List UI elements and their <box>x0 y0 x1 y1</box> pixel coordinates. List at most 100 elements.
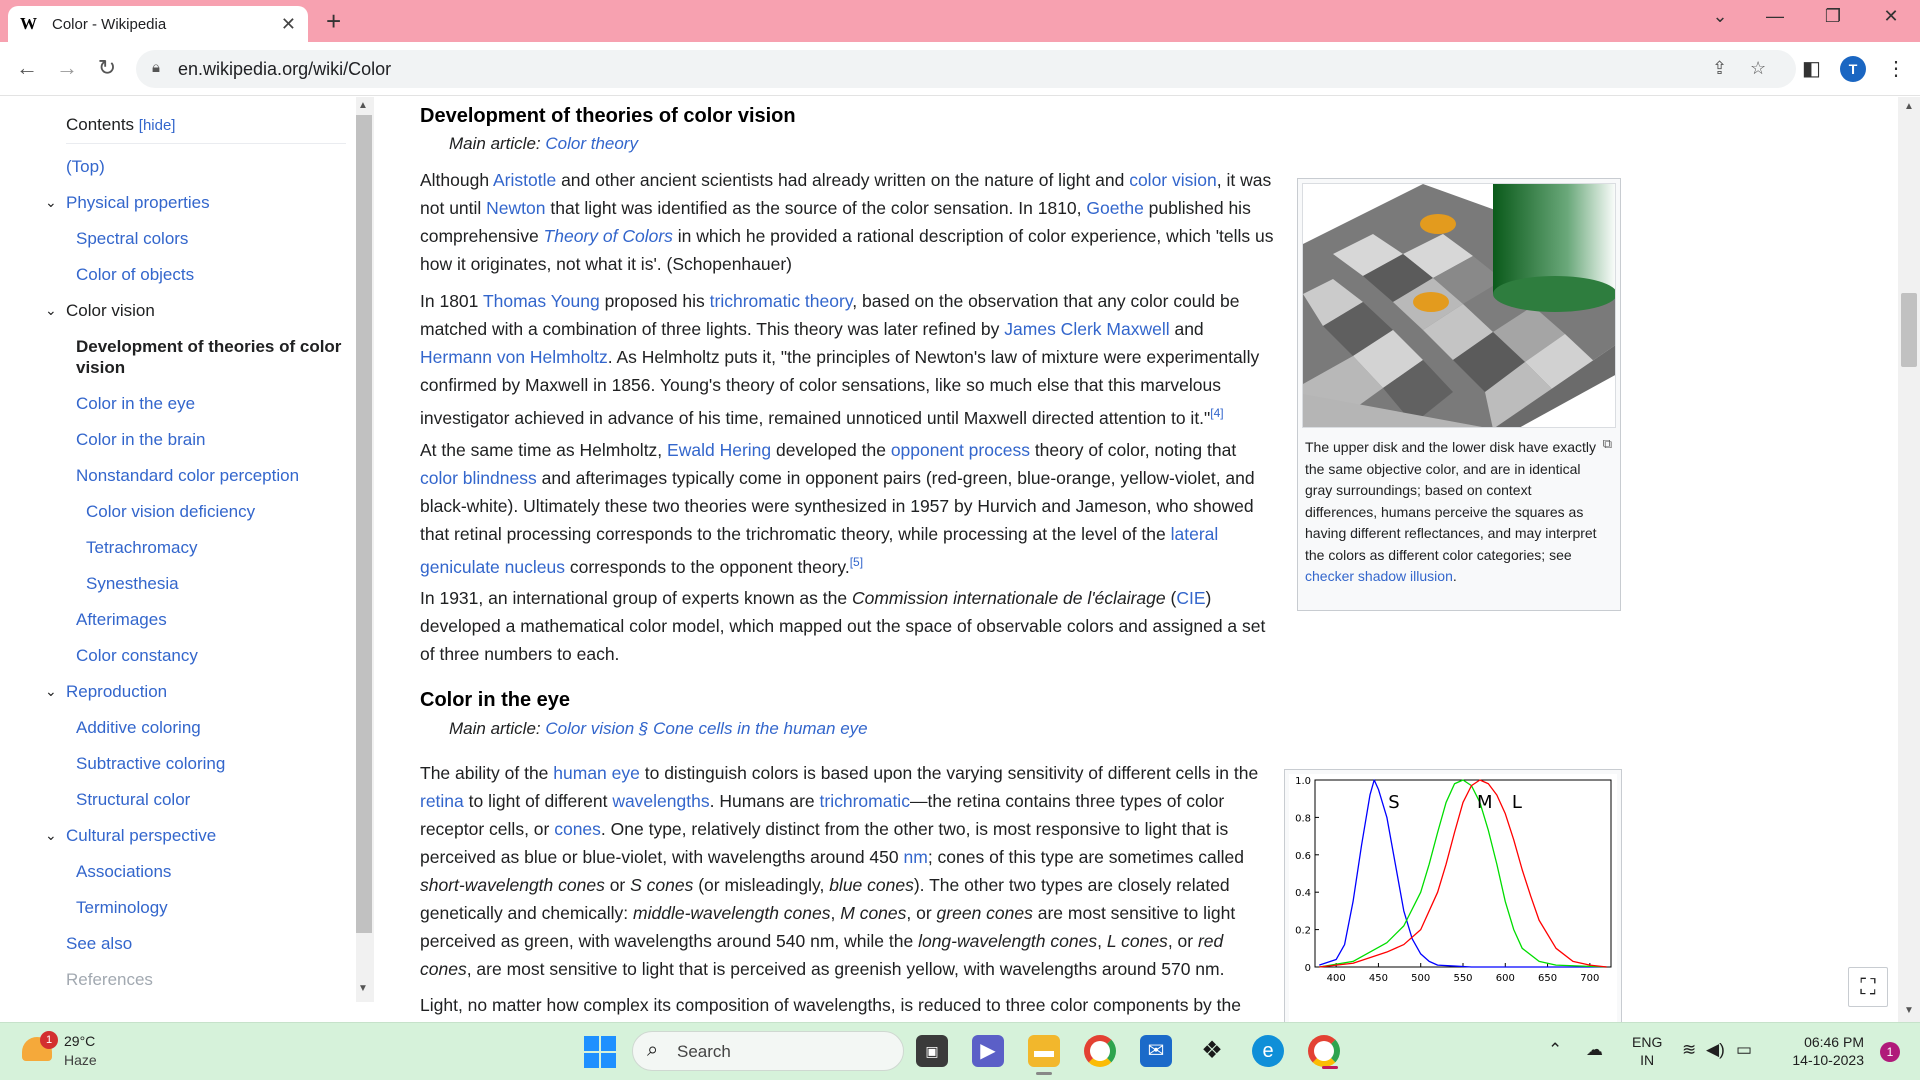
fullscreen-toggle-icon[interactable]: ⛶ <box>1848 967 1888 1007</box>
chevron-down-icon[interactable]: ⌄ <box>45 681 57 702</box>
toc-item-top[interactable]: (Top) <box>66 156 346 177</box>
scroll-up-arrow-icon[interactable]: ▲ <box>358 100 368 111</box>
link-cones[interactable]: cones <box>554 819 601 839</box>
chevron-down-icon[interactable]: ⌄ <box>45 300 57 321</box>
toc-item-color-vision[interactable]: ⌄ Color vision <box>45 300 346 321</box>
side-panel-icon[interactable]: ◧ <box>1802 56 1821 81</box>
toc-item-afterimages[interactable]: Afterimages <box>66 609 346 630</box>
toc-item-color-of-objects[interactable]: Color of objects <box>66 264 346 285</box>
link-opponent-process[interactable]: opponent process <box>891 440 1030 460</box>
toc-item-cultural-perspective[interactable]: ⌄ Cultural perspective <box>45 825 346 846</box>
toc-label[interactable]: Color vision <box>66 301 155 320</box>
forward-icon[interactable]: → <box>52 55 82 81</box>
task-view-icon[interactable]: ▣ <box>916 1035 948 1067</box>
link-color-vision[interactable]: color vision <box>1129 170 1217 190</box>
clock[interactable]: 06:46 PM 14-10-2023 <box>1772 1033 1864 1069</box>
toc-item-subtractive-coloring[interactable]: Subtractive coloring <box>66 753 346 774</box>
link-color-blindness[interactable]: color blindness <box>420 468 537 488</box>
link-james-clerk-maxwell[interactable]: James Clerk Maxwell <box>1004 319 1169 339</box>
toc-item-reproduction[interactable]: ⌄ Reproduction <box>45 681 346 702</box>
toc-item-tetrachromacy[interactable]: Tetrachromacy <box>66 537 346 558</box>
bookmark-star-icon[interactable]: ☆ <box>1750 58 1766 79</box>
page-scrollbar[interactable]: ▲ ▼ <box>1898 97 1920 1022</box>
share-icon[interactable]: ⇪ <box>1712 58 1727 79</box>
file-explorer-icon[interactable]: ▬ <box>1028 1035 1060 1075</box>
battery-icon[interactable]: ▭ <box>1736 1040 1752 1060</box>
mail-icon[interactable]: ✉ <box>1140 1035 1172 1067</box>
profile-avatar[interactable]: T <box>1840 56 1866 82</box>
restore-icon[interactable]: ❐ <box>1818 6 1848 27</box>
new-tab-icon[interactable]: + <box>326 7 341 35</box>
page-scrollbar-thumb[interactable] <box>1901 293 1917 367</box>
close-tab-icon[interactable]: ✕ <box>281 14 296 35</box>
toc-item-development-of-theories[interactable]: Development of theories of color vision <box>66 336 346 378</box>
link-wavelengths[interactable]: wavelengths <box>612 791 709 811</box>
scroll-down-arrow-icon[interactable]: ▼ <box>1904 1005 1914 1016</box>
toc-item-color-vision-deficiency[interactable]: Color vision deficiency <box>66 501 346 522</box>
chrome-icon[interactable] <box>1084 1035 1116 1067</box>
link-newton[interactable]: Newton <box>486 198 545 218</box>
reference-link[interactable]: [4] <box>1210 406 1223 420</box>
toc-item-associations[interactable]: Associations <box>66 861 346 882</box>
link-thomas-young[interactable]: Thomas Young <box>483 291 600 311</box>
onedrive-cloud-icon[interactable]: ☁ <box>1586 1040 1603 1060</box>
chevron-down-icon[interactable]: ⌄ <box>45 192 57 213</box>
hatnote-link[interactable]: Color theory <box>545 134 638 153</box>
reload-icon[interactable]: ↻ <box>92 55 122 81</box>
link-ewald-hering[interactable]: Ewald Hering <box>667 440 771 460</box>
toc-item-terminology[interactable]: Terminology <box>66 897 346 918</box>
hatnote-link[interactable]: Color vision § Cone cells in the human e… <box>545 719 867 738</box>
browser-tab[interactable]: W Color - Wikipedia ✕ <box>8 6 308 42</box>
minimize-icon[interactable]: — <box>1760 6 1790 27</box>
reference-link[interactable]: [5] <box>850 555 863 569</box>
link-helmholtz[interactable]: Hermann von Helmholtz <box>420 347 608 367</box>
toc-item-synesthesia[interactable]: Synesthesia <box>66 573 346 594</box>
toc-item-spectral-colors[interactable]: Spectral colors <box>66 228 346 249</box>
volume-icon[interactable]: ◀) <box>1706 1040 1725 1060</box>
address-bar[interactable]: 🔒︎ en.wikipedia.org/wiki/Color ⇪ ☆ <box>136 50 1796 88</box>
link-trichromatic[interactable]: trichromatic <box>820 791 910 811</box>
scroll-up-arrow-icon[interactable]: ▲ <box>1904 101 1914 112</box>
toc-item-color-in-the-eye[interactable]: Color in the eye <box>66 393 346 414</box>
toc-label[interactable]: Physical properties <box>66 193 210 212</box>
link-trichromatic-theory[interactable]: trichromatic theory <box>710 291 853 311</box>
link-goethe[interactable]: Goethe <box>1086 198 1143 218</box>
lock-icon[interactable]: 🔒︎ <box>152 59 160 76</box>
link-checker-shadow-illusion[interactable]: checker shadow illusion <box>1305 568 1453 584</box>
link-nm[interactable]: nm <box>904 847 928 867</box>
toc-item-color-constancy[interactable]: Color constancy <box>66 645 346 666</box>
toc-item-physical-properties[interactable]: ⌄ Physical properties <box>45 192 346 213</box>
toc-item-color-in-the-brain[interactable]: Color in the brain <box>66 429 346 450</box>
notification-badge[interactable]: 1 <box>1880 1042 1900 1062</box>
link-human-eye[interactable]: human eye <box>553 763 640 783</box>
toc-scrollbar[interactable]: ▲ ▼ <box>356 97 374 1002</box>
url-text[interactable]: en.wikipedia.org/wiki/Color <box>178 59 391 80</box>
wifi-icon[interactable]: ≋ <box>1682 1040 1696 1060</box>
back-icon[interactable]: ← <box>12 55 42 81</box>
toc-item-nonstandard-color-perception[interactable]: Nonstandard color perception <box>66 465 346 486</box>
link-theory-of-colors[interactable]: Theory of Colors <box>544 226 673 246</box>
taskbar-search[interactable]: ⌕ Search <box>632 1031 904 1071</box>
toc-item-references[interactable]: References <box>66 969 346 990</box>
toc-hide-link[interactable]: [hide] <box>139 117 176 134</box>
close-window-icon[interactable]: ✕ <box>1876 6 1906 27</box>
start-button[interactable] <box>584 1036 616 1068</box>
show-hidden-icons-chevron-icon[interactable]: ⌃ <box>1548 1040 1562 1060</box>
menu-kebab-icon[interactable]: ⋮ <box>1886 56 1906 81</box>
cone-sensitivity-chart[interactable]: 0 0.2 0.4 0.6 0.8 1.0 400 450 500 550 600 650 700 S… <box>1289 774 1617 1022</box>
edge-icon[interactable]: e <box>1252 1035 1284 1067</box>
chrome-profile-icon[interactable] <box>1308 1035 1340 1069</box>
dropbox-icon[interactable]: ❖ <box>1196 1035 1228 1067</box>
tab-search-chevron-icon[interactable]: ⌄ <box>1705 6 1735 27</box>
link-cie[interactable]: CIE <box>1176 588 1205 608</box>
toc-label[interactable]: Reproduction <box>66 682 167 701</box>
chevron-down-icon[interactable]: ⌄ <box>45 825 57 846</box>
toc-item-structural-color[interactable]: Structural color <box>66 789 346 810</box>
language-indicator[interactable]: ENG IN <box>1632 1033 1662 1069</box>
teams-chat-icon[interactable]: ▶ <box>972 1035 1004 1067</box>
toc-label[interactable]: Cultural perspective <box>66 826 216 845</box>
toc-item-additive-coloring[interactable]: Additive coloring <box>66 717 346 738</box>
checker-shadow-image[interactable] <box>1302 183 1616 428</box>
toc-scrollbar-thumb[interactable] <box>356 115 372 933</box>
scroll-down-arrow-icon[interactable]: ▼ <box>358 983 368 994</box>
